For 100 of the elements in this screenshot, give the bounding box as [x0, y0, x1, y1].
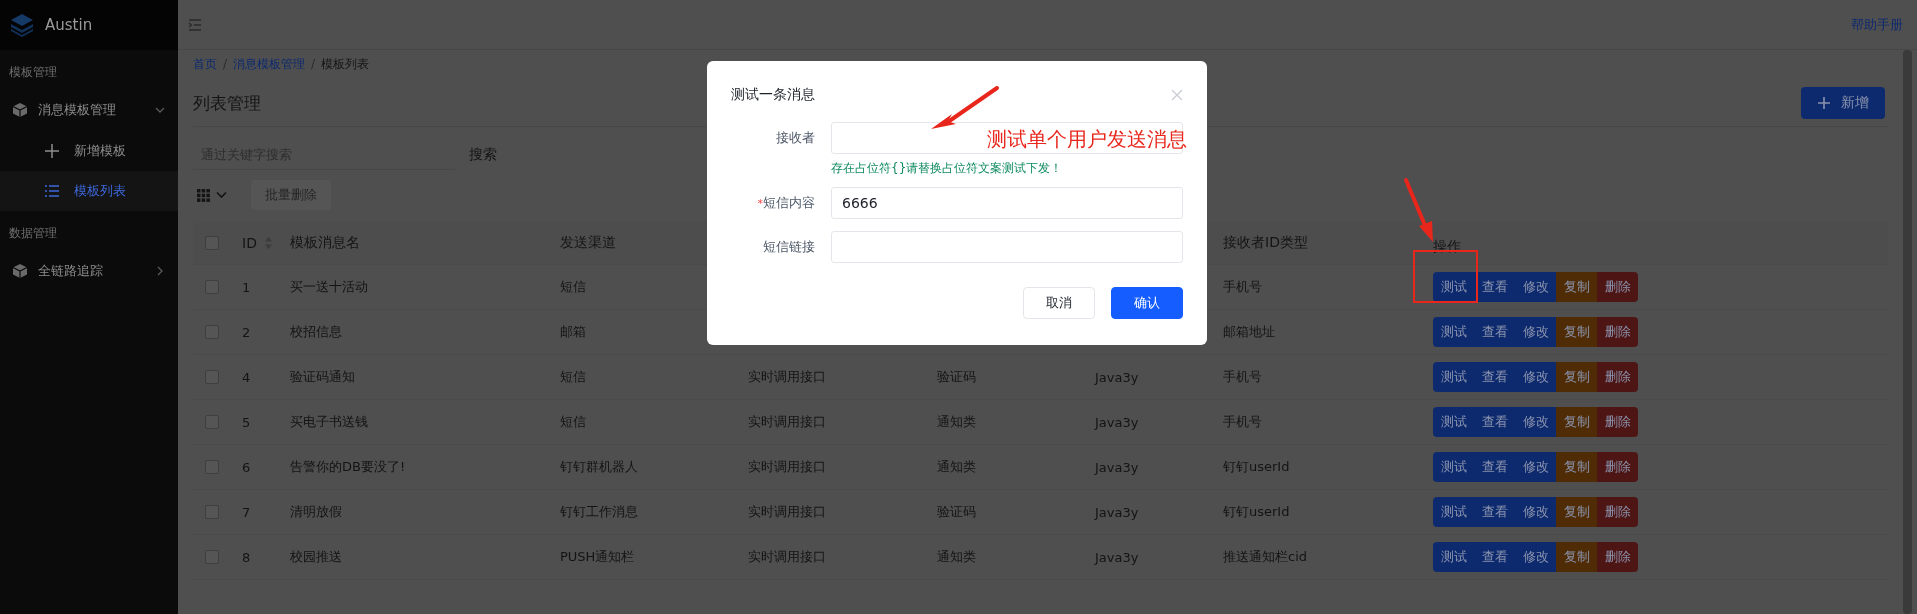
table-cell-text: 验证码 [937, 503, 977, 521]
action-button[interactable]: 查看 [1474, 542, 1515, 572]
action-button[interactable]: 查看 [1474, 452, 1515, 482]
table-cell-text: 买电子书送钱 [290, 413, 369, 431]
field-label: 短信链接 [762, 238, 815, 256]
table-cell-text: 钉钉工作消息 [560, 503, 639, 521]
table-cell-text: 通知类 [937, 458, 977, 476]
confirm-button[interactable]: 确认 [1111, 287, 1183, 319]
breadcrumb-current: 模板列表 [321, 55, 370, 73]
input-field[interactable] [831, 231, 1183, 263]
logo-icon [9, 12, 35, 38]
table-cell-text: 7 [242, 504, 252, 520]
table-cell-text: Java3y [1095, 504, 1140, 520]
table-cell-text: 通知类 [937, 413, 977, 431]
action-button[interactable]: 删除 [1597, 452, 1638, 482]
action-button[interactable]: 删除 [1597, 317, 1638, 347]
column-header: ID [242, 234, 257, 251]
action-button[interactable]: 修改 [1515, 317, 1556, 347]
dialog-title: 测试一条消息 [731, 86, 815, 104]
menu-group-title: 模板管理 [8, 64, 58, 81]
hint-text: 存在占位符{}请替换占位符文案测试下发！ [831, 160, 1064, 177]
field-label: *短信内容 [756, 194, 815, 212]
plus-icon [1817, 96, 1831, 110]
action-button[interactable]: 测试 [1433, 452, 1474, 482]
table-cell-text: 验证码 [937, 368, 977, 386]
action-button[interactable]: 测试 [1433, 362, 1474, 392]
action-button[interactable]: 复制 [1556, 542, 1597, 572]
action-button[interactable]: 测试 [1433, 272, 1474, 302]
table-cell-text: 4 [242, 369, 252, 385]
input-field[interactable]: 6666 [831, 187, 1183, 219]
action-button[interactable]: 查看 [1474, 497, 1515, 527]
cube-icon [12, 102, 28, 118]
action-button[interactable]: 复制 [1556, 407, 1597, 437]
table-cell-text: 钉钉userId [1223, 458, 1291, 476]
action-button[interactable]: 修改 [1515, 452, 1556, 482]
action-button[interactable]: 复制 [1556, 452, 1597, 482]
action-button[interactable]: 删除 [1597, 542, 1638, 572]
action-button[interactable]: 测试 [1433, 317, 1474, 347]
table-cell-text: 钉钉userId [1223, 503, 1291, 521]
chevron-down-icon [216, 191, 227, 199]
table-cell-text: 校招信息 [290, 323, 343, 341]
table-cell-text: 2 [242, 324, 252, 340]
action-button[interactable]: 删除 [1597, 272, 1638, 302]
arrow [1404, 178, 1433, 242]
table-cell-text: 6 [242, 459, 252, 475]
action-button[interactable]: 修改 [1515, 407, 1556, 437]
action-button[interactable]: 删除 [1597, 362, 1638, 392]
table-cell-text: Java3y [1095, 369, 1140, 385]
annotation-text: 测试单个用户发送消息 [987, 126, 1187, 153]
menu-icon[interactable] [188, 18, 202, 31]
submenu-item[interactable]: 模板列表 [0, 171, 178, 211]
add-button[interactable]: 新增 [1801, 87, 1885, 119]
menu-item[interactable]: 消息模板管理 [0, 89, 178, 131]
action-button[interactable]: 删除 [1597, 407, 1638, 437]
action-button[interactable]: 修改 [1515, 272, 1556, 302]
action-button[interactable]: 删除 [1597, 497, 1638, 527]
action-button[interactable]: 修改 [1515, 362, 1556, 392]
cube-icon [12, 263, 28, 279]
list-icon [44, 184, 60, 198]
table-cell-text: Java3y [1095, 414, 1140, 430]
action-button[interactable]: 复制 [1556, 362, 1597, 392]
table-cell-text: Java3y [1095, 549, 1140, 565]
page-title: 列表管理 [193, 91, 261, 115]
action-button[interactable]: 查看 [1474, 317, 1515, 347]
table-cell-text: 短信 [560, 278, 587, 296]
action-button[interactable]: 查看 [1474, 272, 1515, 302]
table-cell-text: 5 [242, 414, 252, 430]
close-icon[interactable] [1171, 89, 1183, 101]
table-cell-text: 钉钉群机器人 [560, 458, 639, 476]
field-label: 接收者 [775, 129, 815, 147]
submenu-item[interactable]: 新增模板 [0, 131, 178, 171]
action-button[interactable]: 复制 [1556, 317, 1597, 347]
table-cell-text: 邮箱 [560, 323, 587, 341]
menu-item[interactable]: 全链路追踪 [0, 250, 178, 292]
table-cell-text: 验证码通知 [290, 368, 356, 386]
cancel-button[interactable]: 取消 [1023, 287, 1095, 319]
action-button[interactable]: 修改 [1515, 542, 1556, 572]
action-button[interactable]: 测试 [1433, 497, 1474, 527]
app-name: Austin [45, 16, 93, 34]
action-button[interactable]: 查看 [1474, 407, 1515, 437]
breadcrumb-separator: / [311, 57, 316, 71]
action-button[interactable]: 查看 [1474, 362, 1515, 392]
arrow [931, 86, 999, 129]
table-cell-text: 通知类 [937, 548, 977, 566]
action-button[interactable]: 测试 [1433, 542, 1474, 572]
table-cell-text: Java3y [1095, 459, 1140, 475]
table-cell-text: PUSH通知栏 [560, 548, 636, 566]
table-cell-text: 8 [242, 549, 252, 565]
menu-group-title: 数据管理 [8, 225, 58, 242]
action-button[interactable]: 复制 [1556, 272, 1597, 302]
action-button[interactable]: 修改 [1515, 497, 1556, 527]
action-button[interactable]: 测试 [1433, 407, 1474, 437]
grid-icon [197, 188, 210, 202]
column-header: 接收者ID类型 [1223, 233, 1309, 252]
breadcrumb-separator: / [223, 57, 228, 71]
table-cell-text: 1 [242, 279, 252, 295]
action-button[interactable]: 复制 [1556, 497, 1597, 527]
table-cell-text: 短信 [560, 413, 587, 431]
table-cell-text: 短信 [560, 368, 587, 386]
plus-icon [44, 143, 60, 159]
